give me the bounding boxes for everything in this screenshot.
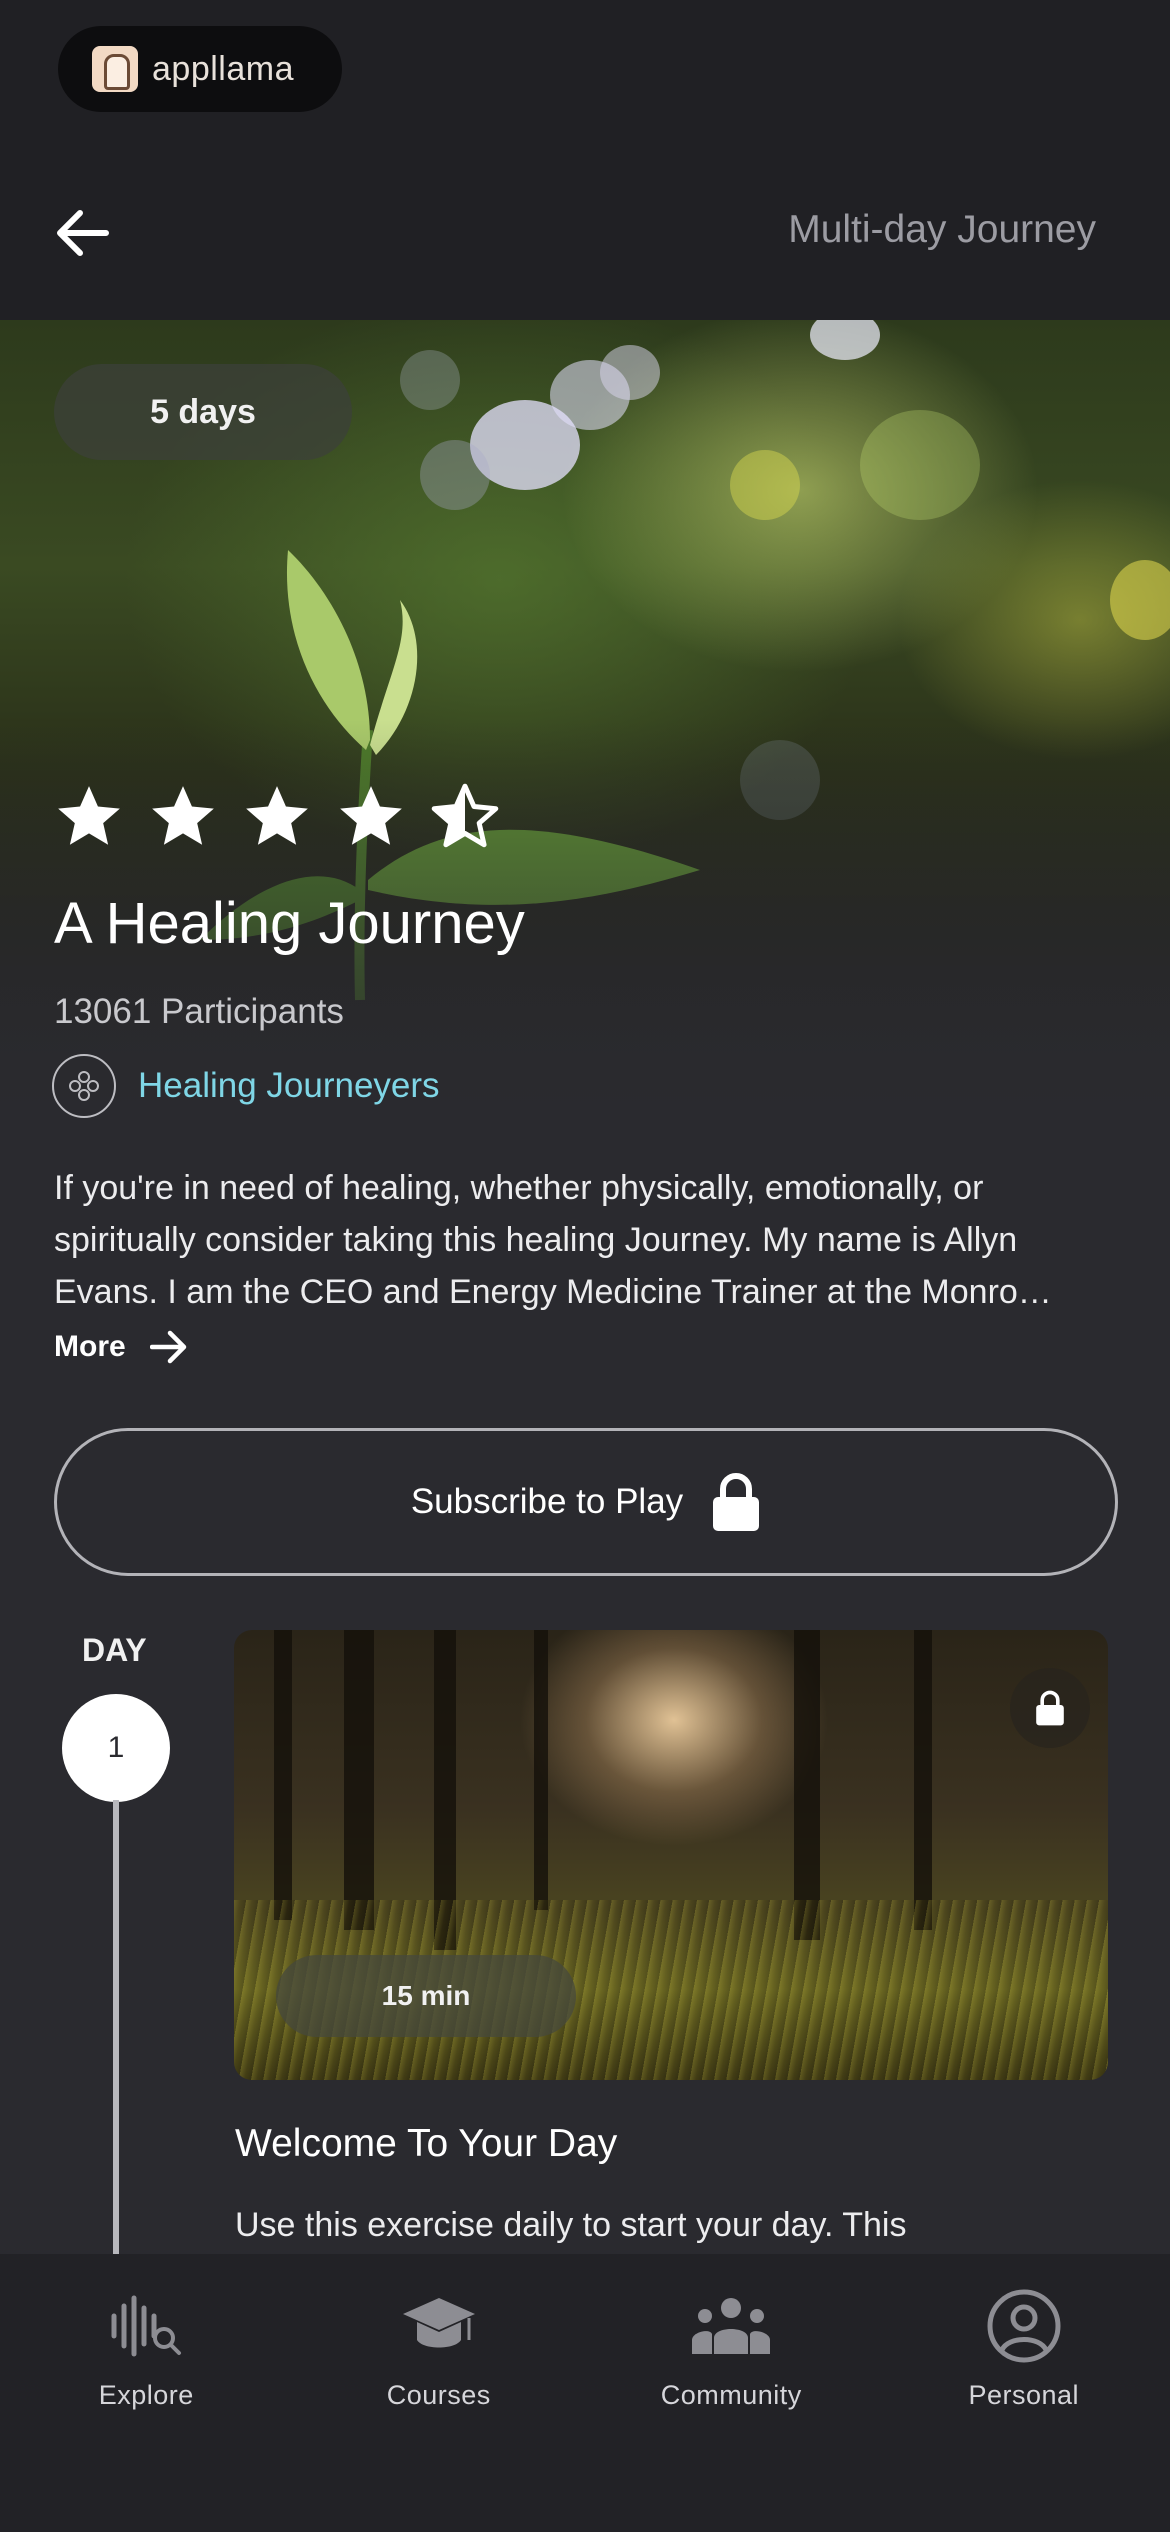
bottom-navigation: Explore Courses Community Personal (0, 2254, 1170, 2532)
star-full-icon (246, 786, 308, 845)
journey-description: If you're in need of healing, whether ph… (54, 1169, 1052, 1311)
lock-icon (713, 1473, 760, 1531)
page-type-label: Multi-day Journey (788, 208, 1096, 251)
nav-item-courses[interactable]: Courses (293, 2254, 586, 2532)
nav-label-community: Community (660, 2380, 802, 2410)
author-name: Healing Journeyers (138, 1066, 440, 1105)
duration-badge: 5 days (54, 364, 352, 460)
star-full-icon (58, 786, 120, 845)
nav-label-explore: Explore (98, 2380, 194, 2410)
arrow-left-icon (57, 210, 109, 256)
lesson-title: Welcome To Your Day (235, 2122, 618, 2165)
subscribe-to-play-button[interactable]: Subscribe to Play (54, 1428, 1118, 1576)
author-link[interactable]: Healing Journeyers (52, 1054, 440, 1118)
star-full-icon (340, 786, 402, 845)
nav-item-community[interactable]: Community (585, 2254, 878, 2532)
journey-title: A Healing Journey (54, 891, 525, 956)
arrow-right-icon (149, 1330, 186, 1364)
person-icon (986, 2286, 1062, 2366)
more-button[interactable]: More (54, 1330, 188, 1364)
day-label: DAY (82, 1632, 147, 1668)
llama-logo-icon (92, 46, 138, 92)
lesson-lock-icon (1010, 1668, 1090, 1748)
star-rating (52, 780, 502, 854)
author-avatar-icon (52, 1054, 116, 1118)
app-logo: appllama (58, 26, 342, 112)
nav-item-personal[interactable]: Personal (878, 2254, 1170, 2532)
lesson-description: Use this exercise daily to start your da… (235, 2206, 907, 2244)
participants-count: 13061 Participants (54, 992, 344, 1031)
day-number-badge: 1 (62, 1694, 170, 1802)
lesson-card[interactable]: 15 min (234, 1630, 1108, 2080)
explore-icon (106, 2286, 186, 2366)
nav-item-explore[interactable]: Explore (0, 2254, 293, 2532)
community-icon (690, 2286, 772, 2366)
timeline-line (113, 1800, 119, 2260)
top-bar: appllama Multi-day Journey (0, 0, 1170, 320)
subscribe-label: Subscribe to Play (410, 1482, 684, 1521)
graduation-cap-icon (399, 2286, 479, 2366)
lesson-duration-badge: 15 min (276, 1955, 576, 2037)
nav-label-personal: Personal (968, 2380, 1080, 2410)
star-half-icon (431, 783, 499, 848)
app-logo-text: appllama (152, 49, 294, 88)
nav-label-courses: Courses (386, 2380, 491, 2410)
back-button[interactable] (50, 200, 116, 266)
star-full-icon (152, 786, 214, 845)
more-label: More (54, 1330, 126, 1363)
